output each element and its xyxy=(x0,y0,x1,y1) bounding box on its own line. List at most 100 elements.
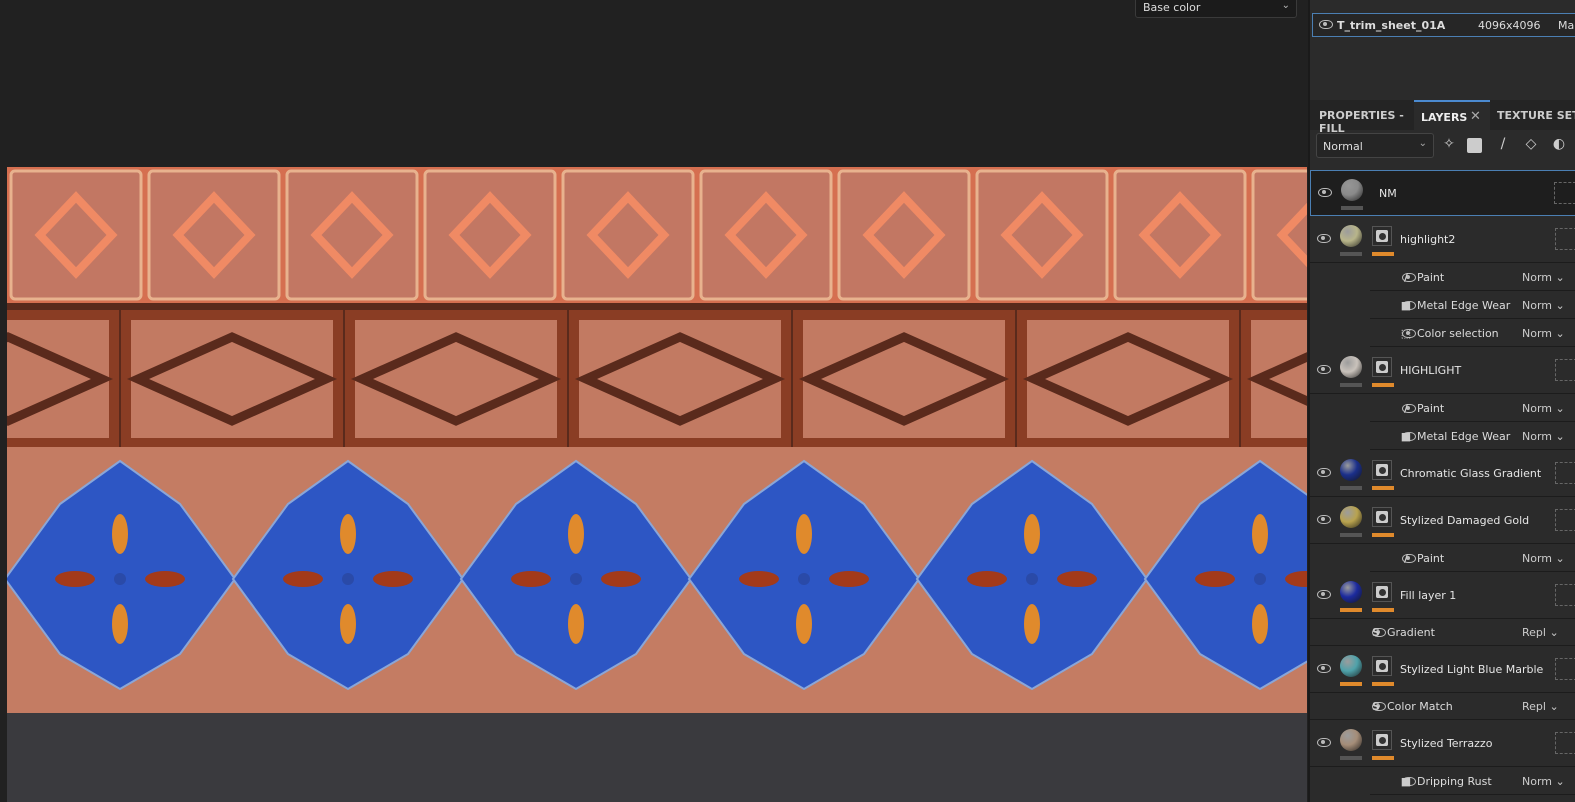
layer-mask-slot[interactable] xyxy=(1554,182,1575,204)
close-icon[interactable]: ✕ xyxy=(1470,109,1481,124)
layer-mask-slot[interactable] xyxy=(1555,509,1575,531)
layer-mask-slot[interactable] xyxy=(1555,359,1575,381)
filter-row[interactable]: S Gradient Repl ⌄ xyxy=(1310,620,1575,646)
eye-icon[interactable] xyxy=(1317,234,1331,243)
blend-value: Norm xyxy=(1522,775,1553,788)
mask-thumbnail[interactable] xyxy=(1372,656,1392,676)
flower-center xyxy=(342,573,354,585)
flower-petal xyxy=(796,514,812,554)
layer-name: Fill layer 1 xyxy=(1400,589,1457,602)
effect-row[interactable]: / Paint Norm ⌄ xyxy=(1370,545,1575,572)
paint-brush-icon[interactable]: / xyxy=(1494,136,1512,154)
effect-blend-select[interactable]: Norm ⌄ xyxy=(1522,327,1565,340)
tab-layers[interactable]: LAYERS ✕ xyxy=(1414,100,1490,130)
effect-blend-select[interactable]: Norm ⌄ xyxy=(1522,299,1565,312)
mask-icon[interactable] xyxy=(1467,138,1482,153)
mask-thumbnail[interactable] xyxy=(1372,507,1392,527)
channel-indicator xyxy=(1372,486,1394,490)
effect-blend-select[interactable]: Norm ⌄ xyxy=(1522,775,1565,788)
flower-center xyxy=(570,573,582,585)
effect-row[interactable]: ■ Dripping Rust Norm ⌄ xyxy=(1370,768,1575,795)
tab-texture-set-settings[interactable]: TEXTURE SET S xyxy=(1490,100,1575,130)
tab-properties-fill[interactable]: PROPERTIES - FILL xyxy=(1310,100,1414,135)
flower-center xyxy=(1026,573,1038,585)
eye-icon[interactable] xyxy=(1317,468,1331,477)
flower-petal xyxy=(511,571,551,587)
layer-mask-slot[interactable] xyxy=(1555,658,1575,680)
right-panel: T_trim_sheet_01A 4096x4096 Ma PROPERTIES… xyxy=(1308,0,1575,802)
effect-blend-select[interactable]: Norm ⌄ xyxy=(1522,430,1565,443)
flower-center xyxy=(798,573,810,585)
flower-petal xyxy=(829,571,869,587)
eye-icon[interactable] xyxy=(1318,188,1332,197)
effect-blend-select[interactable]: Norm ⌄ xyxy=(1522,552,1565,565)
blend-mode-select[interactable]: Normal ⌄ xyxy=(1316,133,1434,158)
mask-thumbnail[interactable] xyxy=(1372,460,1392,480)
channel-indicator xyxy=(1340,756,1362,760)
substance-filter-icon: S xyxy=(1372,700,1380,713)
flower-petal xyxy=(739,571,779,587)
blend-value: Repl xyxy=(1522,626,1546,639)
smart-material-icon[interactable]: ◐ xyxy=(1550,136,1568,154)
chevron-down-icon: ⌄ xyxy=(1281,0,1290,11)
layer-row[interactable]: Chromatic Glass Gradient xyxy=(1310,451,1575,497)
flower-petal xyxy=(1195,571,1235,587)
texture-preview[interactable] xyxy=(7,167,1307,713)
channel-select[interactable]: Base color ⌄ xyxy=(1135,0,1297,18)
layer-row[interactable]: Stylized Terrazzo xyxy=(1310,721,1575,767)
effect-blend-select[interactable]: Repl ⌄ xyxy=(1522,626,1559,639)
eye-icon[interactable] xyxy=(1317,738,1331,747)
layer-mask-slot[interactable] xyxy=(1555,584,1575,606)
flower-petal xyxy=(967,571,1007,587)
effect-blend-select[interactable]: Norm ⌄ xyxy=(1522,271,1565,284)
eye-icon[interactable] xyxy=(1317,590,1331,599)
3d-viewport[interactable]: Base color ⌄ xyxy=(0,0,1308,802)
material-thumbnail xyxy=(1340,356,1362,378)
filter-row[interactable]: S Color Match Repl ⌄ xyxy=(1310,694,1575,720)
tab-label: PROPERTIES - FILL xyxy=(1319,109,1404,135)
effect-row[interactable]: ■ Metal Edge Wear Norm ⌄ xyxy=(1370,292,1575,319)
mask-thumbnail[interactable] xyxy=(1372,226,1392,246)
flower-petal xyxy=(1024,604,1040,644)
material-thumbnail xyxy=(1340,225,1362,247)
eye-icon[interactable] xyxy=(1319,20,1333,29)
effect-blend-select[interactable]: Repl ⌄ xyxy=(1522,700,1559,713)
layer-mask-slot[interactable] xyxy=(1555,228,1575,250)
blend-value: Norm xyxy=(1522,271,1553,284)
mask-thumbnail[interactable] xyxy=(1372,730,1392,750)
blend-value: Norm xyxy=(1522,402,1553,415)
fill-bucket-icon[interactable]: ◇ xyxy=(1522,136,1540,154)
material-thumbnail xyxy=(1340,581,1362,603)
material-thumbnail xyxy=(1340,506,1362,528)
layer-row[interactable]: Fill layer 1 xyxy=(1310,573,1575,619)
effect-row[interactable]: / Paint Norm ⌄ xyxy=(1370,264,1575,291)
layer-row[interactable]: highlight2 xyxy=(1310,217,1575,263)
eye-icon[interactable] xyxy=(1317,365,1331,374)
material-thumbnail xyxy=(1340,655,1362,677)
effect-row[interactable]: ■ Metal Edge Wear Norm ⌄ xyxy=(1370,423,1575,450)
mask-thumbnail[interactable] xyxy=(1372,582,1392,602)
layer-row[interactable]: Stylized Light Blue Marble xyxy=(1310,647,1575,693)
effect-row[interactable]: / Paint Norm ⌄ xyxy=(1370,395,1575,422)
selection-icon: ⬚ xyxy=(1400,327,1412,340)
mask-icon: ■ xyxy=(1400,430,1412,443)
layer-row[interactable]: HIGHLIGHT xyxy=(1310,348,1575,394)
paint-brush-icon: / xyxy=(1403,271,1409,284)
texture-set-row[interactable]: T_trim_sheet_01A 4096x4096 Ma xyxy=(1312,13,1575,37)
effect-blend-select[interactable]: Norm ⌄ xyxy=(1522,402,1565,415)
flower-center xyxy=(1254,573,1266,585)
effect-name: Paint xyxy=(1417,271,1445,284)
layer-row[interactable]: Stylized Damaged Gold xyxy=(1310,498,1575,544)
layer-mask-slot[interactable] xyxy=(1555,462,1575,484)
magic-wand-icon[interactable]: ✧ xyxy=(1440,136,1458,154)
mask-thumbnail[interactable] xyxy=(1372,357,1392,377)
eye-icon[interactable] xyxy=(1317,664,1331,673)
layer-mask-slot[interactable] xyxy=(1555,732,1575,754)
chevron-down-icon: ⌄ xyxy=(1418,138,1427,149)
layer-row[interactable]: NM xyxy=(1310,170,1575,216)
eye-icon[interactable] xyxy=(1317,515,1331,524)
channel-indicator xyxy=(1340,252,1362,256)
effect-row[interactable]: ⬚ Color selection Norm ⌄ xyxy=(1370,320,1575,347)
flower-petal xyxy=(340,514,356,554)
layer-name: HIGHLIGHT xyxy=(1400,364,1462,377)
